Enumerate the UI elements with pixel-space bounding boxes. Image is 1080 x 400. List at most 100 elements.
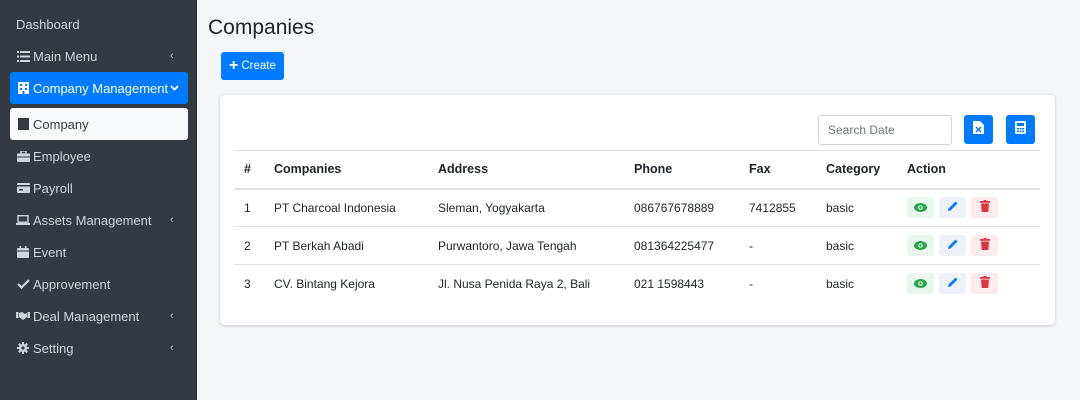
cell-fax: -: [749, 276, 753, 291]
view-button[interactable]: [907, 273, 934, 295]
sidebar-item-label: Event: [33, 244, 67, 260]
sidebar-item-employee[interactable]: Employee: [10, 140, 188, 172]
column-header-category: Category: [826, 162, 881, 177]
chevron-left-icon: ‹: [170, 50, 174, 62]
eye-icon: [914, 277, 927, 291]
sidebar-item-label: Company: [33, 116, 89, 132]
sidebar-item-approvement[interactable]: Approvement: [10, 268, 188, 300]
cell-number: 3: [244, 276, 251, 291]
trash-icon: [979, 276, 990, 291]
create-button-label: Create: [241, 60, 276, 72]
laptop-icon: [16, 213, 30, 227]
gear-icon: [16, 341, 30, 355]
list-icon: [16, 49, 30, 63]
sidebar-item-setting[interactable]: Setting ‹: [10, 332, 188, 364]
column-header-companies: Companies: [274, 162, 342, 177]
cell-company: CV. Bintang Kejora: [274, 276, 375, 291]
building-icon: [16, 81, 30, 95]
file-excel-icon: [973, 120, 984, 139]
export-excel-button[interactable]: [964, 115, 993, 144]
view-button[interactable]: [907, 197, 934, 219]
cell-fax: 7412855: [749, 200, 796, 215]
sidebar-item-company-management[interactable]: Company Management: [10, 72, 188, 104]
chevron-left-icon: ‹: [170, 310, 174, 322]
companies-card: # Companies Address Phone Fax Category A…: [220, 95, 1055, 325]
handshake-icon: [16, 309, 30, 323]
column-header-number: #: [244, 162, 251, 177]
cell-category: basic: [826, 200, 855, 215]
cell-number: 1: [244, 200, 251, 215]
edit-button[interactable]: [939, 197, 966, 219]
cell-phone: 021 1598443: [634, 276, 705, 291]
pencil-icon: [947, 276, 959, 291]
check-icon: [16, 277, 30, 291]
eye-icon: [914, 239, 927, 253]
table-row: 2 PT Berkah Abadi Purwantoro, Jawa Tenga…: [234, 227, 1040, 265]
cell-actions: [897, 189, 1040, 227]
sidebar-item-label: Dashboard: [16, 16, 80, 32]
eye-icon: [914, 201, 927, 215]
trash-icon: [979, 238, 990, 253]
building-icon: [16, 117, 30, 131]
cell-actions: [897, 227, 1040, 265]
sidebar-item-payroll[interactable]: Payroll: [10, 172, 188, 204]
create-button[interactable]: + Create: [221, 52, 284, 80]
cell-phone: 081364225477: [634, 238, 715, 253]
delete-button[interactable]: [971, 235, 998, 256]
briefcase-icon: [16, 149, 30, 163]
cell-company: PT Berkah Abadi: [274, 238, 364, 253]
cell-phone: 086767678889: [634, 200, 715, 215]
calculator-button[interactable]: [1006, 115, 1035, 144]
cell-address: Jl. Nusa Penida Raya 2, Bali: [438, 276, 591, 291]
cell-address: Purwantoro, Jawa Tengah: [438, 238, 577, 253]
delete-button[interactable]: [971, 273, 998, 295]
sidebar-item-label: Payroll: [33, 180, 73, 196]
cell-actions: [897, 265, 1040, 303]
calculator-icon: [1015, 120, 1026, 139]
chevron-down-icon: [170, 82, 180, 94]
column-header-phone: Phone: [634, 162, 673, 177]
sidebar-item-label: Employee: [33, 148, 91, 164]
table-header-row: # Companies Address Phone Fax Category A…: [234, 150, 1040, 189]
chevron-left-icon: ‹: [170, 214, 174, 226]
sidebar-item-main-menu[interactable]: Main Menu ‹: [10, 40, 188, 72]
money-icon: [16, 181, 30, 195]
cell-number: 2: [244, 238, 251, 253]
delete-button[interactable]: [971, 197, 998, 219]
sidebar: Dashboard Main Menu ‹ Company Management…: [0, 0, 197, 400]
sidebar-item-label: Deal Management: [33, 308, 140, 324]
column-header-action: Action: [907, 162, 946, 177]
sidebar-item-label: Setting: [33, 340, 74, 356]
sidebar-item-assets-management[interactable]: Assets Management ‹: [10, 204, 188, 236]
main-content: Companies + Create # Comp: [197, 0, 1080, 400]
sidebar-item-label: Approvement: [33, 276, 111, 292]
cell-category: basic: [826, 276, 855, 291]
view-button[interactable]: [907, 235, 934, 256]
column-header-fax: Fax: [749, 162, 771, 177]
search-date-input[interactable]: [818, 115, 952, 145]
cell-company: PT Charcoal Indonesia: [274, 200, 396, 215]
sidebar-item-label: Company Management: [33, 80, 169, 96]
cell-address: Sleman, Yogyakarta: [438, 200, 545, 215]
table-row: 1 PT Charcoal Indonesia Sleman, Yogyakar…: [234, 189, 1040, 227]
cell-fax: -: [749, 238, 753, 253]
sidebar-item-deal-management[interactable]: Deal Management ‹: [10, 300, 188, 332]
chevron-left-icon: ‹: [170, 342, 174, 354]
sidebar-item-event[interactable]: Event: [10, 236, 188, 268]
pencil-icon: [947, 238, 959, 253]
pencil-icon: [947, 200, 959, 215]
calendar-icon: [16, 245, 30, 259]
edit-button[interactable]: [939, 273, 966, 295]
sidebar-item-label: Assets Management: [33, 212, 152, 228]
sidebar-item-dashboard[interactable]: Dashboard: [10, 8, 188, 40]
cell-category: basic: [826, 238, 855, 253]
edit-button[interactable]: [939, 235, 966, 256]
trash-icon: [979, 200, 990, 215]
plus-icon: +: [229, 57, 239, 74]
table-row: 3 CV. Bintang Kejora Jl. Nusa Penida Ray…: [234, 265, 1040, 303]
column-header-address: Address: [438, 162, 489, 177]
companies-table: # Companies Address Phone Fax Category A…: [234, 150, 1040, 303]
sidebar-item-company[interactable]: Company: [10, 108, 188, 140]
app: Dashboard Main Menu ‹ Company Management…: [0, 0, 1080, 400]
page-title: Companies: [208, 16, 315, 39]
